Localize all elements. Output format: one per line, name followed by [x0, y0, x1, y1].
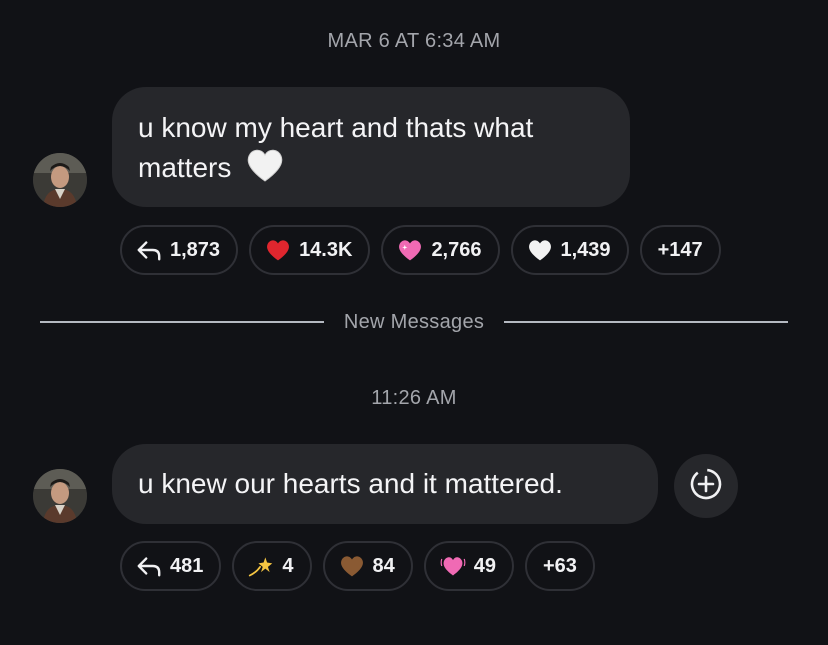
avatar[interactable] [33, 153, 87, 207]
reply-count-button[interactable]: 1,873 [120, 225, 239, 275]
red-heart-icon [265, 237, 291, 263]
reaction-white-heart[interactable]: 1,439 [510, 225, 629, 275]
reply-arrow-icon [136, 553, 162, 579]
divider-line [40, 321, 324, 323]
reply-count-button[interactable]: 481 [120, 541, 222, 591]
divider-label: New Messages [343, 310, 485, 333]
message-timestamp: 11:26 AM [371, 387, 457, 409]
reaction-count: 84 [372, 554, 395, 577]
reaction-bar: 1,873 14.3K 2,766 1,439 +147 [120, 225, 721, 275]
reply-arrow-icon [136, 237, 162, 263]
reaction-bar: 481 4 84 49 +63 [120, 541, 595, 591]
reaction-brown-heart[interactable]: 84 [322, 541, 413, 591]
reaction-count: 1,873 [170, 238, 221, 261]
white-heart-icon [245, 147, 285, 193]
reaction-count: 1,439 [560, 238, 611, 261]
reaction-red-heart[interactable]: 14.3K [249, 225, 371, 275]
brown-heart-icon [339, 553, 365, 579]
reaction-count: +63 [543, 554, 577, 577]
message-timestamp: MAR 6 AT 6:34 AM [327, 30, 501, 52]
beating-heart-icon [440, 553, 466, 579]
reaction-dizzy[interactable]: 4 [232, 541, 312, 591]
message-bubble[interactable]: u knew our hearts and it mattered. [112, 444, 658, 524]
message-bubble[interactable]: u know my heart and thats what matters [112, 87, 630, 207]
reaction-count: 481 [170, 554, 204, 577]
message-text: matters [138, 152, 232, 183]
add-reaction-button[interactable] [674, 454, 738, 518]
reaction-count: +147 [657, 238, 703, 261]
reaction-count: 14.3K [299, 238, 353, 261]
reaction-count: 4 [282, 554, 294, 577]
avatar[interactable] [33, 469, 87, 523]
sparkling-heart-icon [397, 237, 423, 263]
reaction-sparkling-heart[interactable]: 2,766 [381, 225, 500, 275]
dizzy-star-icon [248, 553, 274, 579]
message-text: u knew our hearts and it mattered. [138, 468, 563, 499]
add-reaction-icon [689, 467, 723, 506]
reaction-beating-heart[interactable]: 49 [423, 541, 514, 591]
divider-line [504, 321, 789, 323]
message-text: u know my heart and thats what [138, 112, 534, 143]
new-messages-divider: New Messages [40, 307, 789, 337]
more-reactions-button[interactable]: +147 [639, 225, 721, 275]
reaction-count: 2,766 [431, 238, 482, 261]
white-heart-icon [527, 237, 553, 263]
reaction-count: 49 [473, 554, 496, 577]
more-reactions-button[interactable]: +63 [525, 541, 595, 591]
